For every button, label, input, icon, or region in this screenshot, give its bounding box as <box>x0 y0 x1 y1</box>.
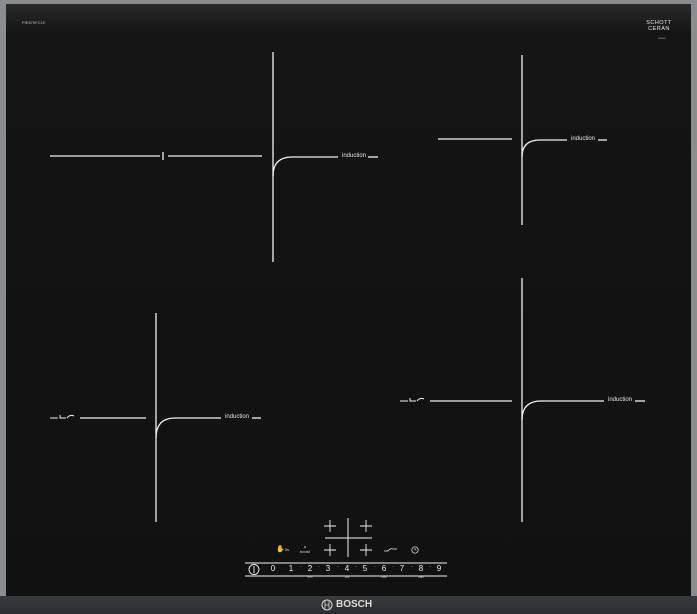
boost-icon[interactable]: ᴙ boost <box>300 544 310 554</box>
separator-dot: · <box>429 564 431 570</box>
sub-label: med <box>381 575 387 579</box>
zone-label: induction <box>225 414 250 420</box>
zone-tr-corner <box>521 139 567 158</box>
child-lock-icon[interactable]: ✋3s <box>276 545 289 553</box>
plus-icon <box>360 544 372 556</box>
separator-dot: · <box>355 564 357 570</box>
zone-label: induction <box>571 136 596 142</box>
glass-sub: ceran <box>658 36 666 40</box>
zone-label: induction <box>342 153 367 159</box>
zone-br-corner <box>521 400 604 421</box>
model-number: PIE675FC1E <box>22 20 46 25</box>
plus-icon <box>360 520 372 532</box>
plus-icon <box>324 520 336 532</box>
power-level-9[interactable]: 9 <box>434 564 444 573</box>
power-level-0[interactable]: 0 <box>268 564 278 573</box>
sub-label: low <box>344 575 350 579</box>
power-level-5[interactable]: 5 <box>360 564 370 573</box>
power-level-1[interactable]: 1 <box>286 564 296 573</box>
lock-label: 3s <box>284 547 289 552</box>
separator-dot: · <box>374 564 376 570</box>
induction-hob: PIE675FC1E SCHOTT CERAN ceran induction … <box>0 0 697 614</box>
zone-tl-corner <box>272 156 338 177</box>
zone-bl-corner <box>155 417 221 439</box>
power-level-3[interactable]: 3 <box>323 564 333 573</box>
boost-label: boost <box>300 549 310 554</box>
pan-icon <box>384 548 397 552</box>
glass-brand: SCHOTT CERAN <box>646 20 672 32</box>
separator-dot: · <box>300 564 302 570</box>
separator-dot: · <box>392 564 394 570</box>
power-level-7[interactable]: 7 <box>397 564 407 573</box>
plus-icon <box>324 544 336 556</box>
sub-label: min <box>307 575 313 579</box>
zone-label: induction <box>608 397 633 403</box>
separator-dot: · <box>337 564 339 570</box>
brand-name: BOSCH <box>336 599 373 610</box>
separator-dot: · <box>318 564 320 570</box>
zone-markings <box>50 52 645 611</box>
sub-label: max <box>418 575 424 579</box>
separator-dot: · <box>411 564 413 570</box>
